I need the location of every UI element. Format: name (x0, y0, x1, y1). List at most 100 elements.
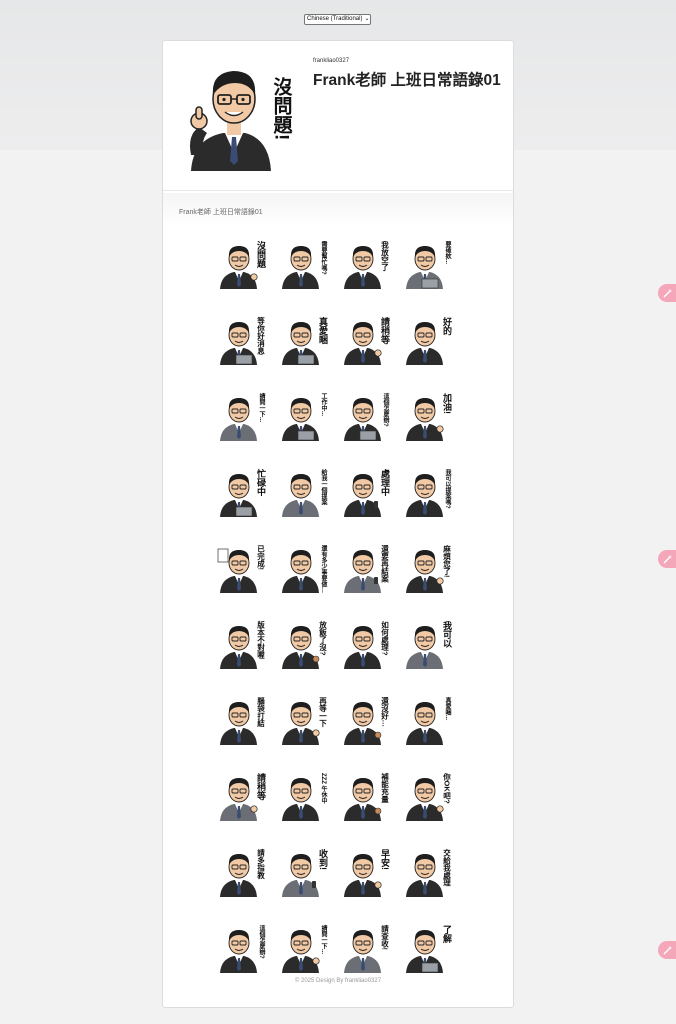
sticker-item[interactable]: 了解 (397, 909, 459, 985)
sticker-caption: 工作中... (320, 393, 327, 416)
sticker-caption: 忙碌中 (256, 468, 267, 497)
sticker-item[interactable]: 麻煩您了! (397, 529, 459, 605)
floating-tool-button[interactable] (658, 284, 676, 302)
sticker-item[interactable]: 好的 (397, 301, 459, 377)
sticker-item[interactable]: 再等一下 (273, 681, 335, 757)
sticker-item[interactable]: 你OK吧? (397, 757, 459, 833)
sticker-item[interactable]: 處理中 (335, 453, 397, 529)
sticker-item[interactable]: 版本不對喔 (211, 605, 273, 681)
sticker-item[interactable]: 早安! (335, 833, 397, 909)
sticker-item[interactable]: 加油! (397, 377, 459, 453)
sticker-item[interactable]: 工作中... (273, 377, 335, 453)
sticker-image: 真愛睏... (406, 696, 451, 745)
sticker-caption: 麻煩您了! (442, 544, 451, 578)
sticker-item[interactable]: 收到! (273, 833, 335, 909)
sticker-item[interactable]: 請稍等 (335, 301, 397, 377)
sticker-item[interactable]: 我可以 (397, 605, 459, 681)
sticker-item[interactable]: 補能充量 (335, 757, 397, 833)
floating-tool-button[interactable] (658, 550, 676, 568)
chevron-down-icon: ⌄ (364, 16, 370, 22)
sticker-item[interactable]: 腦袋打結 (211, 681, 273, 757)
sticker-item[interactable]: 還有多少事要做… (273, 529, 335, 605)
sticker-image: 等你好消息 (220, 316, 266, 365)
sticker-caption: 請多指教 (256, 848, 265, 881)
sticker-item[interactable]: 還要再結案 (335, 529, 397, 605)
sticker-image: 還沒好… (344, 696, 390, 745)
sticker-caption: 加油! (442, 392, 453, 414)
sticker-caption: 這個怎麼辦? (258, 924, 266, 959)
sticker-image: 我放空了 (344, 240, 390, 289)
sticker-caption: 要確欸... (444, 240, 451, 264)
sticker-item[interactable]: 請稍等 (211, 757, 273, 833)
sticker-item[interactable]: 給我一個提案 (273, 453, 335, 529)
sticker-item[interactable]: 交給我處理 (397, 833, 459, 909)
sticker-item[interactable]: 忙碌中 (211, 453, 273, 529)
sticker-item[interactable]: 這個怎麼辦? (211, 909, 273, 985)
sticker-image: 了解 (406, 925, 452, 973)
sticker-grid: 沒問題 需要幫忙嗎? 我放空了 要確欸... 等你好消息 真愛睏 請稍等 好的 請問一下... 工… (211, 225, 459, 985)
sticker-caption: 真愛睏 (318, 316, 328, 345)
sticker-caption: 這個怎麼辦? (382, 392, 390, 427)
sticker-image: 如何處理? (344, 620, 390, 669)
sticker-caption: 等你好消息 (256, 316, 265, 356)
sticker-item[interactable]: 我放空了 (335, 225, 397, 301)
sticker-caption: 腦袋打結 (256, 696, 265, 729)
sticker-item[interactable]: 放飯了沒? (273, 605, 335, 681)
sticker-item[interactable]: 請查收! (335, 909, 397, 985)
sticker-item[interactable]: 還沒好… (335, 681, 397, 757)
sticker-item[interactable]: 請問一下... (211, 377, 273, 453)
floating-tool-button[interactable] (658, 941, 676, 959)
sticker-caption: 我可以提案嗎? (444, 468, 452, 509)
sticker-image: 補能充量 (344, 772, 390, 821)
sticker-image: 請稍等 (220, 772, 267, 821)
sticker-image: 處理中 (344, 468, 391, 517)
sticker-caption: 請查收! (380, 924, 389, 950)
sticker-caption: 請問一下... (320, 924, 327, 954)
sticker-image: 麻煩您了! (406, 544, 452, 593)
sticker-item[interactable]: 請多指教 (211, 833, 273, 909)
sticker-item[interactable]: 真愛睏... (397, 681, 459, 757)
sticker-image: ZZZ 午休中 (282, 773, 328, 821)
sticker-item[interactable]: 已完成! (211, 529, 273, 605)
main-sticker-image: 沒問題! (190, 71, 293, 171)
sticker-image: 這個怎麼辦? (344, 392, 390, 441)
magic-wand-icon (663, 946, 672, 955)
sticker-caption: 還要再結案 (380, 544, 389, 584)
sticker-caption: 給我一個提案 (320, 468, 328, 506)
author-name[interactable]: frankliao0327 (313, 58, 349, 64)
sticker-item[interactable]: ZZZ 午休中 (273, 757, 335, 833)
sticker-image: 我可以提案嗎? (406, 468, 452, 517)
sticker-image: 請問一下... (282, 924, 327, 973)
sticker-image: 再等一下 (282, 697, 328, 745)
sticker-image: 真愛睏 (282, 316, 328, 365)
sticker-item[interactable]: 請問一下... (273, 909, 335, 985)
sticker-caption: 補能充量 (380, 772, 389, 805)
sticker-image: 好的 (406, 316, 453, 365)
sticker-item[interactable]: 沒問題 (211, 225, 273, 301)
sticker-item[interactable]: 我可以提案嗎? (397, 453, 459, 529)
sticker-item[interactable]: 如何處理? (335, 605, 397, 681)
sticker-image: 要確欸... (406, 240, 451, 289)
sticker-caption: 如何處理? (380, 620, 389, 656)
sticker-image: 我可以 (406, 620, 452, 669)
sticker-image: 請稍等 (344, 316, 391, 365)
sticker-item[interactable]: 要確欸... (397, 225, 459, 301)
sticker-caption: 處理中 (380, 468, 391, 497)
sticker-item[interactable]: 需要幫忙嗎? (273, 225, 335, 301)
language-select[interactable]: Chinese (Traditional) ⌄ (304, 14, 371, 25)
main-sticker-text: 沒問題! (271, 76, 293, 141)
sticker-caption: 還沒好… (380, 696, 389, 727)
sticker-caption: 好的 (442, 316, 453, 336)
sticker-caption: 沒問題 (256, 240, 267, 269)
sticker-item[interactable]: 等你好消息 (211, 301, 273, 377)
sticker-image: 腦袋打結 (220, 696, 266, 745)
sticker-image: 還有多少事要做… (282, 544, 328, 593)
sticker-caption: 了解 (442, 925, 452, 944)
sticker-image: 版本不對喔 (220, 620, 266, 669)
sticker-image: 沒問題 (220, 240, 267, 289)
sticker-item[interactable]: 這個怎麼辦? (335, 377, 397, 453)
sticker-image: 請問一下... (220, 392, 265, 441)
pack-title: Frank老師 上班日常語錄01 (313, 72, 501, 89)
sticker-item[interactable]: 真愛睏 (273, 301, 335, 377)
sticker-caption: 你OK吧? (442, 772, 451, 805)
